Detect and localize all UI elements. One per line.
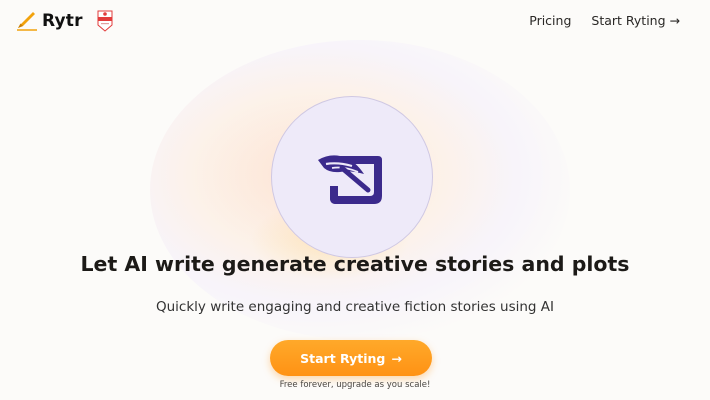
arrow-right-icon: →	[391, 350, 402, 366]
arrow-right-icon: →	[669, 13, 680, 28]
brand-logo[interactable]: Rytr	[16, 10, 115, 32]
page-subtitle: Quickly write engaging and creative fict…	[155, 299, 555, 315]
award-badge-icon	[97, 10, 113, 32]
nav-pricing-link[interactable]: Pricing	[529, 13, 571, 28]
main-nav: Pricing Start Ryting →	[529, 13, 680, 28]
cta-label: Start Ryting	[300, 350, 386, 366]
free-forever-note: Free forever, upgrade as you scale!	[279, 380, 431, 390]
page-title: Let AI write generate creative stories a…	[80, 252, 630, 276]
brand-name: Rytr	[42, 11, 83, 31]
start-ryting-button[interactable]: Start Ryting →	[270, 340, 432, 376]
story-scroll-quill-icon	[318, 155, 382, 204]
pen-writing-icon	[17, 12, 37, 31]
top-navbar: Rytr Pricing Start Ryting →	[0, 0, 710, 44]
nav-start-ryting-link[interactable]: Start Ryting →	[591, 13, 680, 28]
hero-icon-circle	[271, 96, 433, 258]
nav-start-ryting-label: Start Ryting	[591, 13, 666, 28]
